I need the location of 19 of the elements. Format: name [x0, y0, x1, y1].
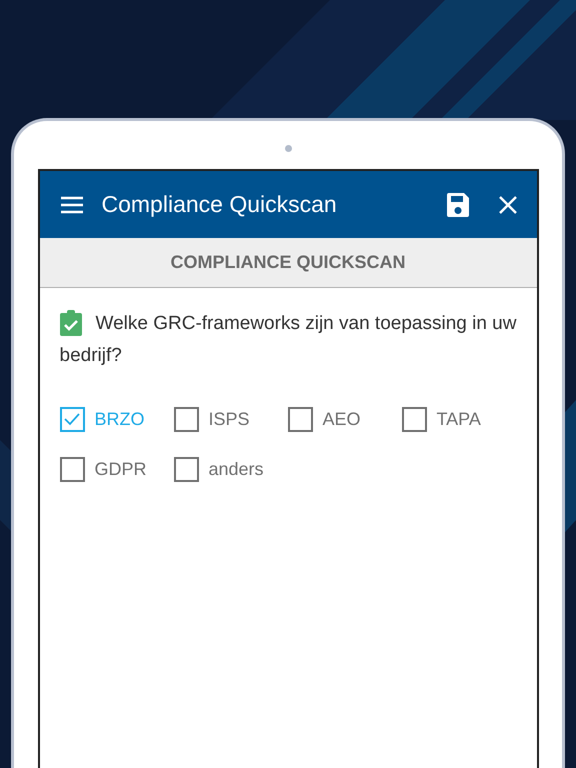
menu-icon[interactable]: [60, 196, 84, 214]
checkbox[interactable]: [60, 406, 84, 432]
question-text: Welke GRC-frameworks zijn van toepassing in uw bedrijf?: [60, 312, 516, 368]
app-title: Compliance Quickscan: [102, 190, 338, 220]
checkbox[interactable]: [174, 456, 198, 482]
close-icon[interactable]: [498, 196, 516, 214]
section-title: COMPLIANCE QUICKSCAN: [170, 251, 406, 274]
checkbox[interactable]: [288, 406, 312, 432]
checkbox[interactable]: [60, 456, 84, 482]
checkbox[interactable]: [402, 406, 426, 432]
checkbox-option[interactable]: BRZO: [60, 394, 174, 444]
checkbox-option[interactable]: AEO: [288, 394, 402, 444]
checkbox-option[interactable]: TAPA: [402, 394, 516, 444]
checkbox-option[interactable]: GDPR: [60, 444, 174, 494]
checkbox-option[interactable]: anders: [174, 444, 288, 494]
checkbox[interactable]: [174, 406, 198, 432]
save-icon[interactable]: [446, 192, 468, 216]
check-icon: [64, 412, 80, 426]
checkbox-option[interactable]: ISPS: [174, 394, 288, 444]
